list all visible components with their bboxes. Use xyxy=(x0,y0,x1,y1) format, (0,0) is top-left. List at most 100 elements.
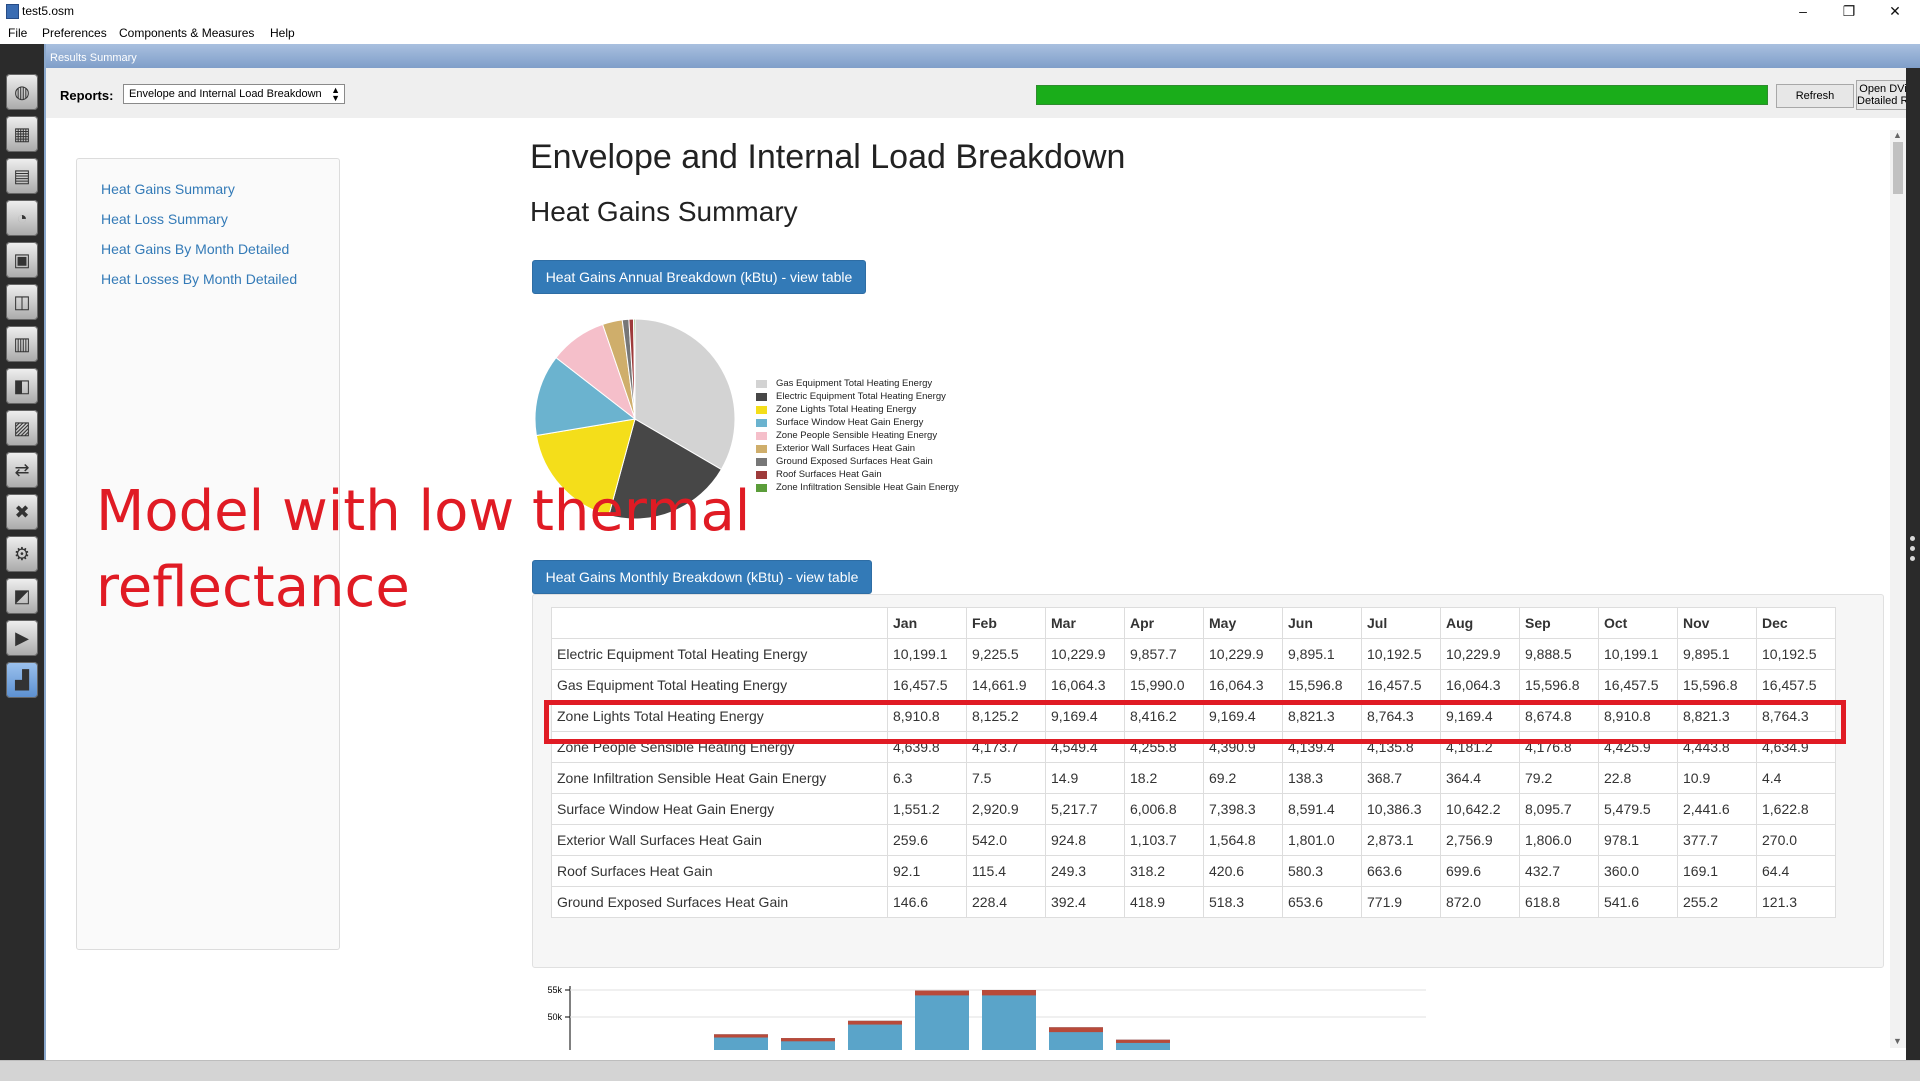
tab-thermal-zones[interactable]: ▨ xyxy=(6,410,38,446)
table-cell: 15,596.8 xyxy=(1519,669,1599,701)
play-icon: ▶ xyxy=(15,627,29,648)
zones-icon: ▨ xyxy=(13,417,31,438)
bar-top-segment xyxy=(714,1034,768,1038)
bar-top-segment xyxy=(781,1038,835,1042)
splitter-dot[interactable] xyxy=(1910,556,1915,561)
table-cell: 92.1 xyxy=(887,855,967,887)
table-cell: 8,591.4 xyxy=(1282,793,1362,825)
tab-output-variables[interactable]: ✖ xyxy=(6,494,38,530)
menu-preferences[interactable]: Preferences xyxy=(42,26,107,40)
tab-geometry[interactable]: ◫ xyxy=(6,284,38,320)
tab-schedules[interactable]: ▦ xyxy=(6,116,38,152)
legend-swatch xyxy=(756,432,767,440)
table-cell: 6,006.8 xyxy=(1124,793,1204,825)
gear-icon: ⚙ xyxy=(13,543,31,564)
table-cell: 10,199.1 xyxy=(1598,638,1678,670)
tab-results-summary[interactable]: ▟ xyxy=(6,662,38,698)
table-cell: 255.2 xyxy=(1677,886,1757,918)
bar xyxy=(848,1020,902,1050)
table-cell: 10,199.1 xyxy=(887,638,967,670)
table-cell: 653.6 xyxy=(1282,886,1362,918)
tab-constructions[interactable]: ▤ xyxy=(6,158,38,194)
progress-bar xyxy=(1036,85,1768,105)
table-cell: 10,192.5 xyxy=(1756,638,1836,670)
table-header-month: Sep xyxy=(1519,607,1599,639)
table-cell: 9,895.1 xyxy=(1282,638,1362,670)
monthly-breakdown-button[interactable]: Heat Gains Monthly Breakdown (kBtu) - vi… xyxy=(532,560,872,594)
reports-dropdown[interactable]: Envelope and Internal Load Breakdown ▲ ▼ xyxy=(123,84,345,104)
table-cell: 699.6 xyxy=(1440,855,1520,887)
legend-label: Roof Surfaces Heat Gain xyxy=(776,469,882,480)
tab-facility[interactable]: ▥ xyxy=(6,326,38,362)
scroll-down-icon[interactable]: ▼ xyxy=(1893,1036,1902,1046)
tab-site[interactable]: ◍ xyxy=(6,74,38,110)
table-cell: 2,920.9 xyxy=(966,793,1046,825)
nav-heat-gains-summary[interactable]: Heat Gains Summary xyxy=(101,181,235,197)
scrollbar-thumb[interactable] xyxy=(1893,142,1903,194)
bar-top-segment xyxy=(915,990,969,996)
table-cell: 16,064.3 xyxy=(1203,669,1283,701)
restore-button[interactable]: ❐ xyxy=(1826,0,1872,22)
table-row: Roof Surfaces Heat Gain 92.1 115.4 249.3 318… xyxy=(551,855,1836,887)
table-cell: 418.9 xyxy=(1124,886,1204,918)
scroll-up-icon[interactable]: ▲ xyxy=(1893,130,1902,140)
table-cell: 924.8 xyxy=(1045,824,1125,856)
table-cell: 249.3 xyxy=(1045,855,1125,887)
legend-item: Roof Surfaces Heat Gain xyxy=(756,469,1076,482)
table-header-month: May xyxy=(1203,607,1283,639)
legend-swatch xyxy=(756,458,767,466)
tab-simulation-settings[interactable]: ⚙ xyxy=(6,536,38,572)
table-cell: 9,888.5 xyxy=(1519,638,1599,670)
nav-heat-loss-summary[interactable]: Heat Loss Summary xyxy=(101,211,228,227)
row-label: Electric Equipment Total Heating Energy xyxy=(551,638,888,670)
row-label: Exterior Wall Surfaces Heat Gain xyxy=(551,824,888,856)
table-cell: 138.3 xyxy=(1282,762,1362,794)
box-icon: ◧ xyxy=(13,375,31,396)
tab-space-types[interactable]: ▣ xyxy=(6,242,38,278)
legend-swatch xyxy=(756,393,767,401)
table-cell: 146.6 xyxy=(887,886,967,918)
table-row: Zone Infiltration Sensible Heat Gain Ene… xyxy=(551,762,1836,794)
table-row: Exterior Wall Surfaces Heat Gain 259.6 542… xyxy=(551,824,1836,856)
legend-label: Surface Window Heat Gain Energy xyxy=(776,417,924,428)
title-bar: test5.osm – ❐ ✕ xyxy=(0,0,1920,22)
y-tick-label: 50k xyxy=(547,1012,562,1022)
legend-swatch xyxy=(756,484,767,492)
tab-run-simulation[interactable]: ▶ xyxy=(6,620,38,656)
legend-label: Exterior Wall Surfaces Heat Gain xyxy=(776,443,916,454)
tab-hvac-systems[interactable]: ⇄ xyxy=(6,452,38,488)
tab-measures[interactable]: ◩ xyxy=(6,578,38,614)
report-content: Heat Gains Summary Heat Loss Summary Hea… xyxy=(46,118,1906,1050)
table-cell: 18.2 xyxy=(1124,762,1204,794)
table-cell: 1,622.8 xyxy=(1756,793,1836,825)
table-cell: 377.7 xyxy=(1677,824,1757,856)
tab-loads[interactable]: ◔ xyxy=(6,200,38,236)
minimize-button[interactable]: – xyxy=(1780,0,1826,22)
refresh-button[interactable]: Refresh xyxy=(1776,84,1854,108)
menu-file[interactable]: File xyxy=(8,26,27,40)
menu-help[interactable]: Help xyxy=(270,26,295,40)
tools-icon: ✖ xyxy=(14,501,30,522)
close-button[interactable]: ✕ xyxy=(1872,0,1918,22)
table-cell: 10,642.2 xyxy=(1440,793,1520,825)
table-cell: 7.5 xyxy=(966,762,1046,794)
results-summary-header: Results Summary xyxy=(46,44,1920,68)
table-cell: 9,857.7 xyxy=(1124,638,1204,670)
table-cell: 16,457.5 xyxy=(887,669,967,701)
nav-heat-gains-by-month[interactable]: Heat Gains By Month Detailed xyxy=(101,241,289,257)
blueprint-icon: ◫ xyxy=(13,291,31,312)
gauge-icon: ◔ xyxy=(16,207,28,228)
splitter-dot[interactable] xyxy=(1910,536,1915,541)
menu-bar: File Preferences Components & Measures H… xyxy=(0,22,1920,44)
nav-heat-losses-by-month[interactable]: Heat Losses By Month Detailed xyxy=(101,271,297,287)
table-cell: 15,990.0 xyxy=(1124,669,1204,701)
annual-breakdown-button[interactable]: Heat Gains Annual Breakdown (kBtu) - vie… xyxy=(532,260,866,294)
legend-label: Ground Exposed Surfaces Heat Gain xyxy=(776,456,933,467)
menu-components-measures[interactable]: Components & Measures xyxy=(119,26,254,40)
bar-top-segment xyxy=(1049,1027,1103,1033)
vertical-scrollbar[interactable]: ▲ ▼ xyxy=(1890,130,1906,1048)
table-cell: 2,756.9 xyxy=(1440,824,1520,856)
table-cell: 10,229.9 xyxy=(1203,638,1283,670)
splitter-dot[interactable] xyxy=(1910,546,1915,551)
tab-spaces[interactable]: ◧ xyxy=(6,368,38,404)
